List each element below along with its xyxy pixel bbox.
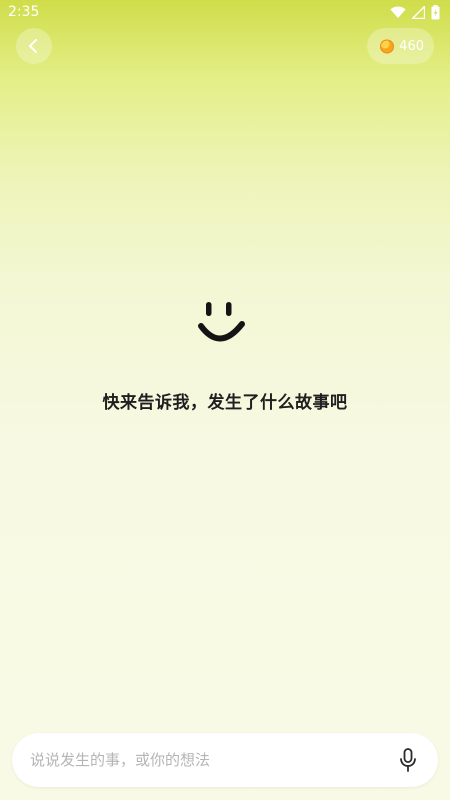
message-composer — [12, 733, 438, 787]
status-icons — [390, 4, 440, 20]
chevron-left-icon — [27, 38, 41, 54]
status-time: 2:35 — [8, 4, 40, 20]
status-bar: 2:35 — [0, 0, 450, 24]
coin-balance-badge[interactable]: 460 — [367, 28, 434, 64]
smiley-icon — [196, 300, 248, 346]
back-button[interactable] — [16, 28, 52, 64]
battery-icon — [431, 4, 440, 20]
signal-icon — [412, 5, 425, 19]
microphone-button[interactable] — [394, 746, 422, 774]
coin-count: 460 — [399, 38, 424, 54]
message-input[interactable] — [30, 751, 394, 769]
microphone-icon — [399, 748, 417, 772]
prompt-text: 快来告诉我，发生了什么故事吧 — [102, 393, 348, 413]
wifi-icon — [390, 5, 406, 19]
coin-icon — [379, 38, 395, 54]
